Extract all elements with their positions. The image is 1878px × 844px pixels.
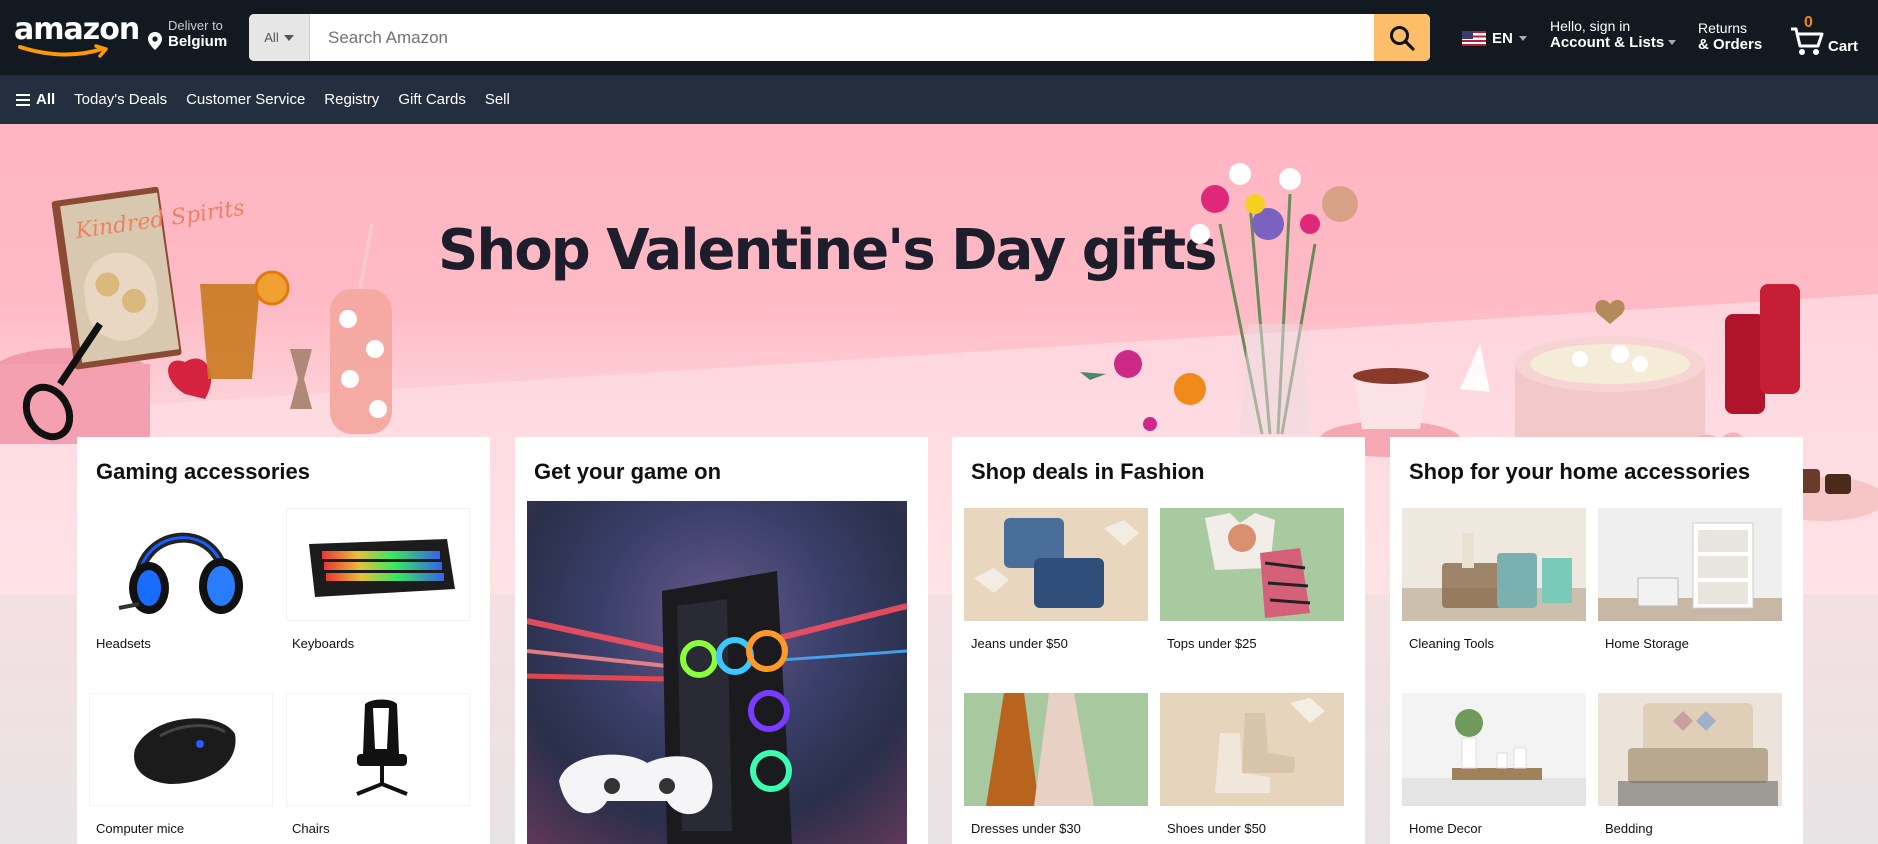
search-icon <box>1390 25 1415 51</box>
tile-computer-mice[interactable] <box>89 693 273 806</box>
nav-link-customer-service[interactable]: Customer Service <box>186 91 305 108</box>
mouse-icon <box>134 718 236 784</box>
hamburger-menu-icon <box>16 93 30 106</box>
cart-button[interactable]: 0 Cart <box>1790 14 1870 60</box>
deliver-to-country: Belgium <box>168 33 228 50</box>
search-button[interactable] <box>1374 14 1430 61</box>
tile-label[interactable]: Home Storage <box>1605 636 1689 651</box>
cart-label: Cart <box>1828 38 1859 55</box>
us-flag-icon <box>1462 30 1486 46</box>
card-title: Shop deals in Fashion <box>971 459 1205 484</box>
tile-dresses[interactable] <box>964 693 1148 806</box>
card-get-your-game-on: Get your game on <box>515 437 928 844</box>
orders-label: & Orders <box>1698 36 1763 53</box>
tile-shoes[interactable] <box>1160 693 1344 806</box>
jeans-image <box>974 518 1139 608</box>
tile-cleaning-tools[interactable] <box>1402 508 1586 621</box>
card-fashion-deals: Shop deals in Fashion Jeans under $50 To… <box>952 437 1365 844</box>
card-title: Shop for your home accessories <box>1409 459 1751 484</box>
logo-text: amazon <box>14 12 140 47</box>
shoes-image <box>1215 698 1325 793</box>
tile-home-storage[interactable] <box>1598 508 1782 621</box>
tile-label[interactable]: Chairs <box>292 821 330 836</box>
returns-and-orders[interactable]: Returns & Orders <box>1698 20 1762 53</box>
tile-label[interactable]: Headsets <box>96 636 151 651</box>
chair-icon <box>356 699 408 796</box>
tile-chairs[interactable] <box>286 693 470 806</box>
nav-link-todays-deals[interactable]: Today's Deals <box>74 91 167 108</box>
home-decor-image <box>1402 709 1586 806</box>
tile-label[interactable]: Home Decor <box>1409 821 1482 836</box>
tile-label[interactable]: Keyboards <box>292 636 354 651</box>
tile-bedding[interactable] <box>1598 693 1782 806</box>
language-code: EN <box>1492 29 1513 47</box>
location-pin-icon <box>148 32 162 50</box>
headset-icon <box>118 532 243 614</box>
chevron-down-icon <box>1668 40 1677 45</box>
tile-tops[interactable] <box>1160 508 1344 621</box>
search-category-dropdown[interactable]: All <box>249 14 310 61</box>
returns-label: Returns <box>1698 20 1748 36</box>
search-input[interactable] <box>310 14 1335 61</box>
tile-keyboards[interactable] <box>286 508 470 621</box>
card-title: Get your game on <box>534 459 722 484</box>
account-and-lists[interactable]: Hello, sign in Account & Lists <box>1550 18 1677 51</box>
logo-smile-icon <box>18 44 108 58</box>
tile-label[interactable]: Cleaning Tools <box>1409 636 1494 651</box>
card-home-accessories: Shop for your home accessories Cleaning … <box>1390 437 1803 844</box>
deliver-to-label: Deliver to <box>168 18 223 33</box>
tile-label[interactable]: Bedding <box>1605 821 1653 836</box>
chevron-down-icon <box>283 34 294 41</box>
tile-home-decor[interactable] <box>1402 693 1586 806</box>
all-menu-button[interactable]: All <box>16 91 55 108</box>
hero-left-props-image: Kindred Spirits <box>0 186 392 444</box>
bedding-image <box>1618 703 1778 806</box>
tile-label[interactable]: Shoes under $50 <box>1167 821 1266 836</box>
gaming-pc-image[interactable] <box>527 501 907 844</box>
secondary-nav-bar: All Today's Deals Customer Service Regis… <box>0 75 1878 124</box>
account-lists-label: Account & Lists <box>1550 34 1665 51</box>
cleaning-tools-image <box>1402 533 1586 621</box>
card-gaming-accessories: Gaming accessories Headsets Keyboards Co… <box>77 437 490 844</box>
tile-label[interactable]: Dresses under $30 <box>971 821 1081 836</box>
amazon-logo[interactable]: amazon <box>14 12 140 58</box>
tops-image <box>1205 513 1311 618</box>
home-storage-image <box>1598 522 1782 621</box>
nav-link-gift-cards[interactable]: Gift Cards <box>398 91 466 108</box>
tile-label[interactable]: Tops under $25 <box>1167 636 1257 651</box>
keyboard-icon <box>309 539 455 597</box>
search-bar: All <box>249 14 1430 61</box>
gaming-pc-illustration <box>527 571 907 844</box>
top-nav-bar: amazon Deliver to Belgium All EN <box>0 0 1878 75</box>
account-greeting: Hello, sign in <box>1550 18 1631 34</box>
tile-label[interactable]: Jeans under $50 <box>971 636 1068 651</box>
chevron-down-icon <box>1518 35 1527 41</box>
cart-icon <box>1791 27 1824 55</box>
all-menu-label: All <box>36 91 56 108</box>
tile-headsets[interactable] <box>89 508 273 621</box>
language-selector[interactable]: EN <box>1462 28 1527 48</box>
card-title: Gaming accessories <box>96 459 311 484</box>
deliver-to-location[interactable]: Deliver to Belgium <box>148 16 243 52</box>
search-category-label: All <box>264 30 279 45</box>
dresses-image <box>986 693 1094 806</box>
tile-label[interactable]: Computer mice <box>96 821 184 836</box>
nav-link-sell[interactable]: Sell <box>485 91 510 108</box>
nav-link-registry[interactable]: Registry <box>324 91 379 108</box>
tile-jeans[interactable] <box>964 508 1148 621</box>
